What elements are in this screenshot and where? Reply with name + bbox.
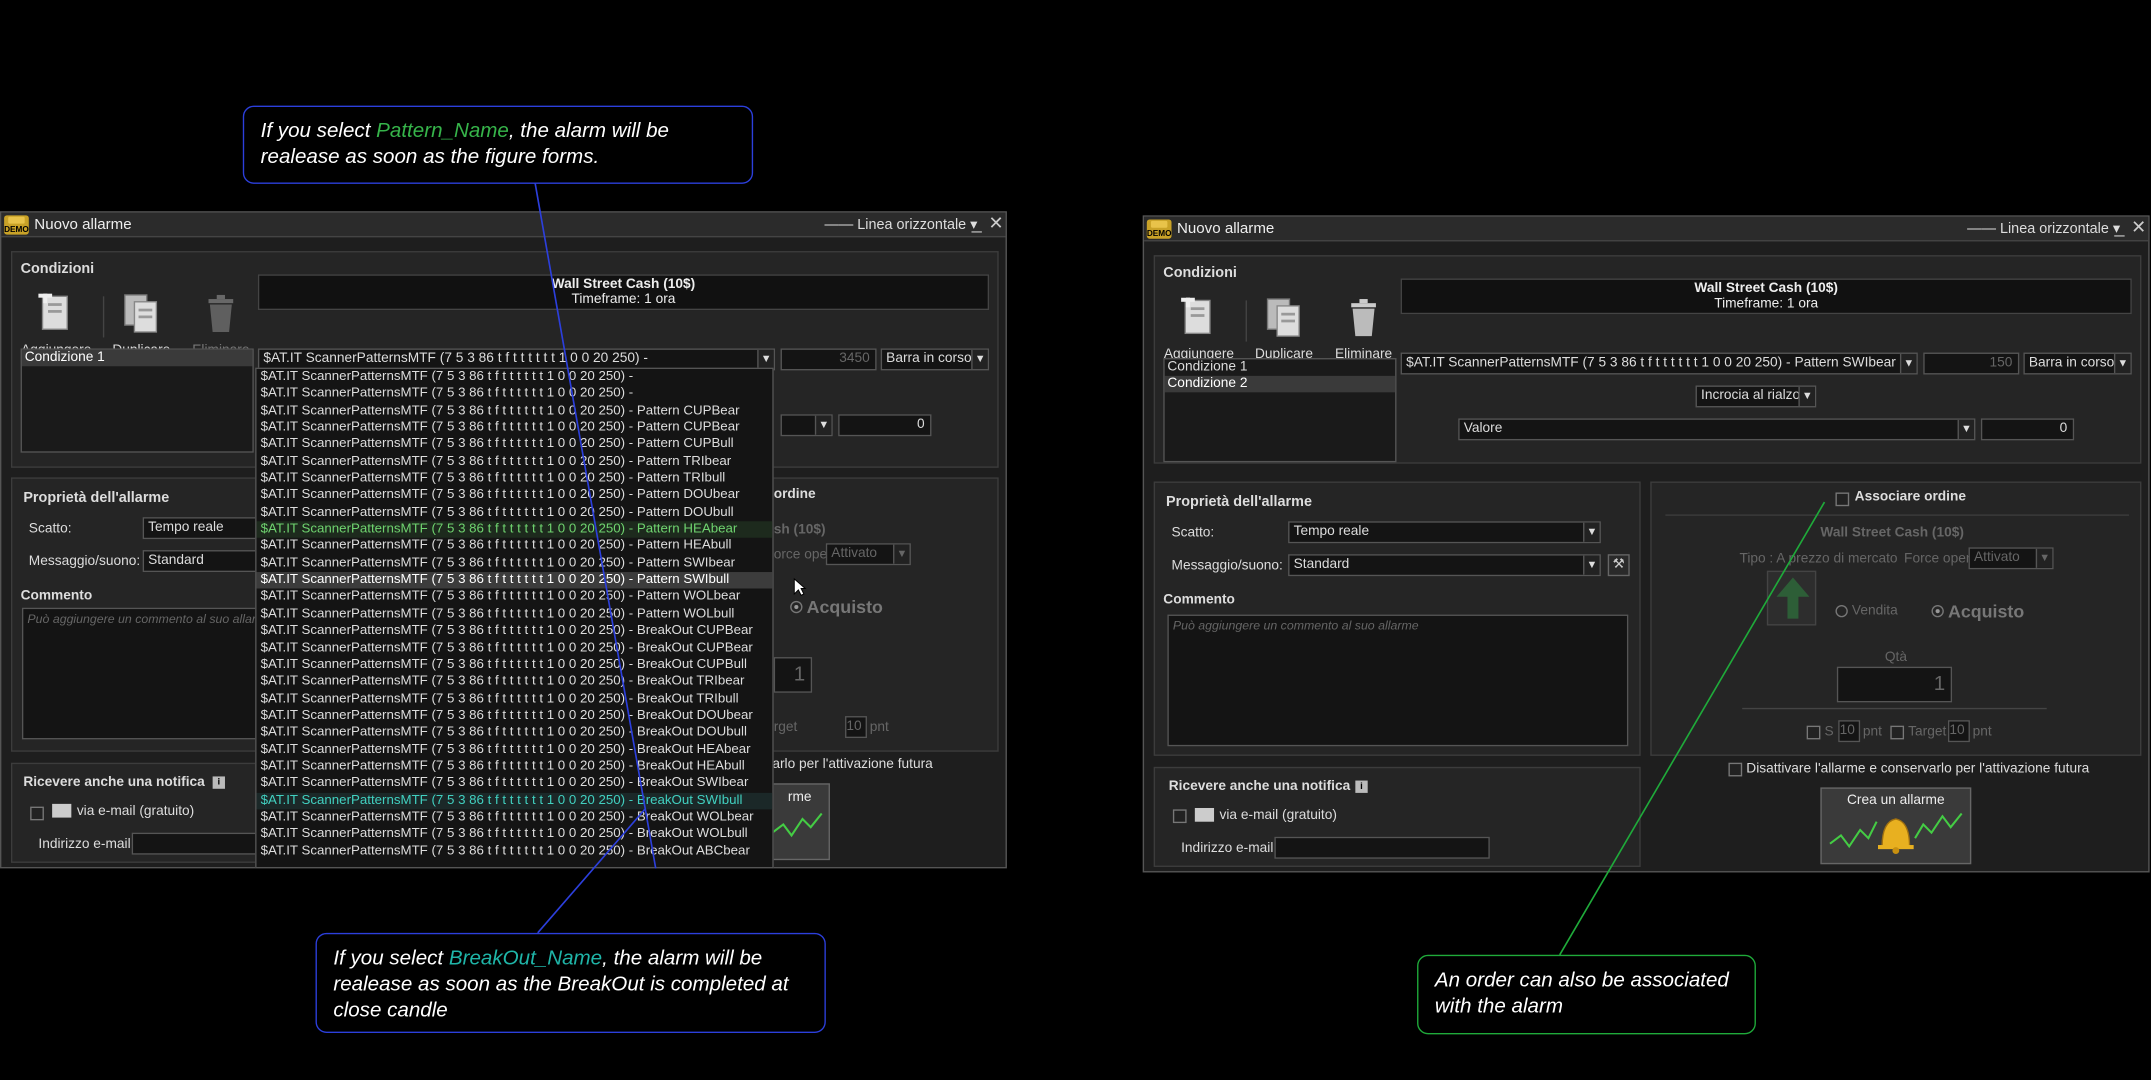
- pattern-callout-pre: If you select: [260, 119, 377, 143]
- order-callout-text: An order can also be associated with the…: [1434, 968, 1729, 1018]
- order-callout: An order can also be associated with the…: [1417, 954, 1756, 1035]
- pattern-callout-highlight: Pattern_Name: [376, 119, 509, 143]
- breakout-callout: If you select BreakOut_Name, the alarm w…: [315, 932, 826, 1033]
- breakout-callout-highlight: BreakOut_Name: [448, 946, 603, 970]
- breakout-callout-pre: If you select: [333, 946, 449, 970]
- pattern-callout: If you select Pattern_Name, the alarm wi…: [242, 105, 754, 184]
